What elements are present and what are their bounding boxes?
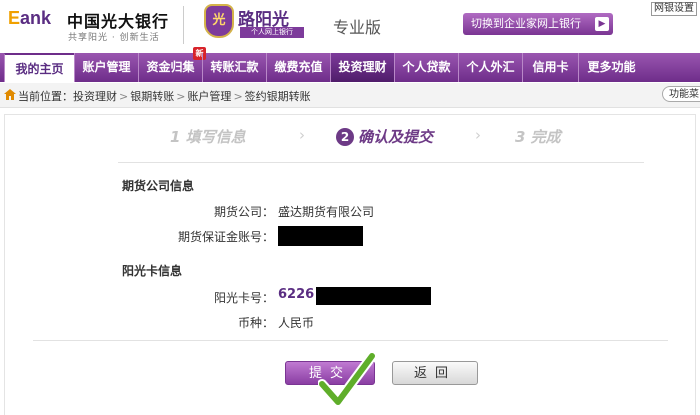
nav-item-credit-card[interactable]: 信用卡 [522,53,578,82]
breadcrumb-item[interactable]: 账户管理 [187,90,231,103]
nav-item-label: 个人贷款 [402,60,451,74]
redacted-card-number [316,287,431,305]
breadcrumb: 当前位置：投资理财 > 银期转账 > 账户管理 > 签约银期转账 [0,83,700,108]
currency-label: 币种： [237,316,274,330]
function-menu-button[interactable]: 功能菜 [662,86,700,102]
card-section-title: 阳光卡信息 [122,264,183,278]
nav-item-account[interactable]: 账户管理 [74,53,138,82]
bank-name: 中国光大银行 [67,12,170,31]
nav-item-fund-collection[interactable]: 资金归集新 [138,47,206,82]
card-number-label: 阳光卡号： [213,291,274,305]
nav-item-label: 我的主页 [15,62,64,76]
step-label: 填写信息 [185,128,246,146]
futures-section-title: 期货公司信息 [122,179,195,193]
nav-item-label: 个人外汇 [466,60,515,74]
arrow-right-icon: ▶ [595,17,609,31]
divider [118,162,644,163]
nav-item-transfer[interactable]: 转账汇款 [202,53,266,82]
card-prefix: 6226 [278,287,315,302]
divider [33,340,668,341]
futures-company-label: 期货公司： [213,205,274,219]
step-number: 1 [170,128,181,146]
header: Eank 中国光大银行 共享阳光 · 创新生活 光 路阳光 个人网上银行 专业版… [0,0,700,52]
brand-subtitle: 个人网上银行 [240,27,304,38]
logo-e-letter: E [8,8,21,28]
step-2: 2 确认及提交 [336,126,433,147]
edition-label: 专业版 [333,18,382,37]
switch-enterprise-button[interactable]: 切换到企业家网上银行 ▶ [463,13,613,35]
chevron-right-icon: › [299,126,305,144]
futures-account-label: 期货保证金账号： [177,230,274,244]
nav-item-investment[interactable]: 投资理财 [330,53,394,82]
futures-company-value: 盛达期货有限公司 [278,205,375,219]
nav-item-forex[interactable]: 个人外汇 [458,53,522,82]
breadcrumb-prefix: 当前位置： [18,90,73,103]
nav-item-payment[interactable]: 缴费充值 [266,53,330,82]
redacted-account [278,226,363,246]
nav-item-home[interactable]: 我的主页 [4,53,74,82]
breadcrumb-text: 当前位置：投资理财 > 银期转账 > 账户管理 > 签约银期转账 [18,88,311,104]
nav-item-label: 资金归集 [146,60,195,74]
breadcrumb-item: 签约银期转账 [244,90,311,103]
breadcrumb-item[interactable]: 银期转账 [130,90,174,103]
step-indicator: 1 填写信息 › 2 确认及提交 › 3 完成 [0,126,700,150]
sunshine-emblem-icon: 光 [204,4,234,38]
step-number: 2 [336,128,354,146]
step-3: 3 完成 [515,126,561,147]
step-label: 完成 [530,128,561,146]
currency-value: 人民币 [278,316,315,330]
nav-item-label: 转账汇款 [210,60,259,74]
online-banking-settings-link[interactable]: 网银设置 [651,2,697,16]
chevron-right-icon: › [475,126,481,144]
nav-item-label: 信用卡 [532,60,569,74]
nav-item-personal-loan[interactable]: 个人贷款 [394,53,458,82]
nav-item-label: 更多功能 [587,60,636,74]
switch-enterprise-label: 切换到企业家网上银行 [471,17,581,30]
nav-item-label: 缴费充值 [274,60,323,74]
header-divider [183,6,184,44]
step-1: 1 填写信息 [170,126,246,147]
checkmark-icon [318,351,376,407]
main-nav: 我的主页 账户管理 资金归集新 转账汇款 缴费充值 投资理财 个人贷款 个人外汇… [0,47,700,82]
nav-item-more[interactable]: 更多功能 [578,53,644,82]
nav-item-label: 投资理财 [338,60,387,74]
nav-item-label: 账户管理 [82,60,131,74]
home-icon [4,89,16,100]
bank-slogan: 共享阳光 · 创新生活 [68,33,160,43]
breadcrumb-sep: > [119,90,129,103]
breadcrumb-item[interactable]: 投资理财 [73,90,117,103]
logo-ank: ank [20,8,52,28]
back-button[interactable]: 返回 [392,361,478,385]
step-number: 3 [515,128,526,146]
card-number-value: 6226 [278,287,314,302]
bank-logo[interactable]: Eank [8,8,51,29]
breadcrumb-sep: > [176,90,186,103]
step-label: 确认及提交 [358,128,434,146]
breadcrumb-sep: > [233,90,243,103]
